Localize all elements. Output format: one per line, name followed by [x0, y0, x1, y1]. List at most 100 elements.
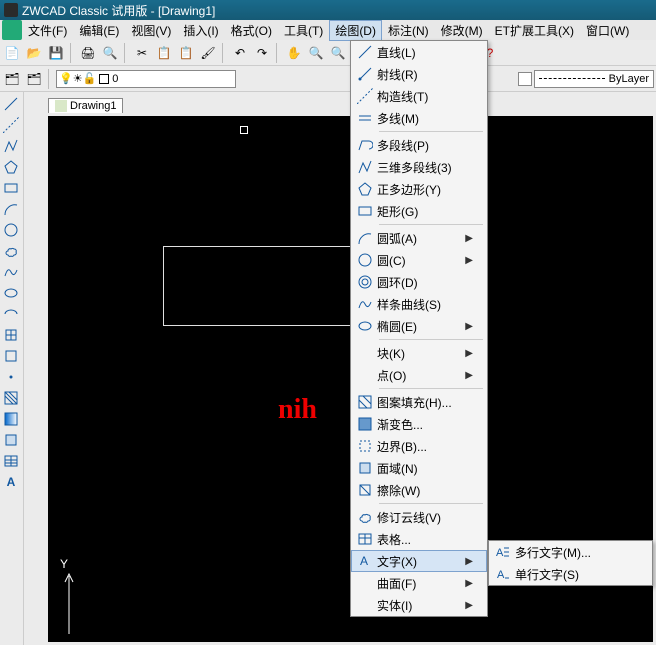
menu-item-line[interactable]: 直线(L)	[351, 41, 487, 63]
menu-item-mline[interactable]: 多线(M)	[351, 107, 487, 129]
copy-icon[interactable]: 📋	[154, 43, 174, 63]
point-icon[interactable]	[0, 367, 22, 387]
ellipse-arc-icon[interactable]	[0, 304, 22, 324]
menu-item-label: 块(K)	[377, 345, 463, 362]
layer-manager-icon[interactable]: 🗂	[2, 69, 22, 89]
menu-item-region[interactable]: 面域(N)	[351, 457, 487, 479]
submenu-arrow-icon: ▶	[463, 321, 473, 332]
grip-marker[interactable]	[240, 126, 248, 134]
cut-icon[interactable]: ✂	[132, 43, 152, 63]
menu-item-wipeout[interactable]: 擦除(W)	[351, 479, 487, 501]
dtext-icon: A	[491, 566, 515, 582]
menu-item-rect[interactable]: 矩形(G)	[351, 200, 487, 222]
circle-icon[interactable]	[0, 220, 22, 240]
menu-dimension[interactable]: 标注(N)	[382, 20, 435, 41]
text-object[interactable]: nih	[278, 394, 317, 426]
undo-icon[interactable]: ↶	[230, 43, 250, 63]
ellipse-icon[interactable]	[0, 283, 22, 303]
polygon-icon[interactable]	[0, 157, 22, 177]
menu-file[interactable]: 文件(F)	[22, 20, 73, 41]
menu-format[interactable]: 格式(O)	[225, 20, 278, 41]
menu-ettools[interactable]: ET扩展工具(X)	[489, 20, 580, 41]
preview-icon[interactable]: 🔍	[100, 43, 120, 63]
menu-item-revcloud[interactable]: 修订云线(V)	[351, 506, 487, 528]
insert-block-icon[interactable]	[0, 325, 22, 345]
make-block-icon[interactable]	[0, 346, 22, 366]
circle-icon	[353, 252, 377, 268]
menu-item-spline[interactable]: 样条曲线(S)	[351, 293, 487, 315]
menu-item-circle[interactable]: 圆(C)▶	[351, 249, 487, 271]
rect-icon[interactable]	[0, 178, 22, 198]
print-icon[interactable]: 🖨	[78, 43, 98, 63]
polyline-icon[interactable]	[0, 136, 22, 156]
menu-item-pline[interactable]: 多段线(P)	[351, 134, 487, 156]
menu-item-block[interactable]: 块(K)▶	[351, 342, 487, 364]
spline-icon[interactable]	[0, 262, 22, 282]
menu-item-arc[interactable]: 圆弧(A)▶	[351, 227, 487, 249]
title-bar: ZWCAD Classic 试用版 - [Drawing1]	[0, 0, 656, 20]
menu-item-label: 直线(L)	[377, 44, 463, 61]
hatch-icon[interactable]	[0, 388, 22, 408]
menu-tools[interactable]: 工具(T)	[278, 20, 329, 41]
menu-item-polygon[interactable]: 正多边形(Y)	[351, 178, 487, 200]
menu-item-table[interactable]: 表格...	[351, 528, 487, 550]
table-icon[interactable]	[0, 451, 22, 471]
save-icon[interactable]: 💾	[46, 43, 66, 63]
menu-edit[interactable]: 编辑(E)	[73, 20, 125, 41]
mtext-icon[interactable]: A	[0, 472, 22, 492]
open-icon[interactable]: 📂	[24, 43, 44, 63]
menu-item-gradient[interactable]: 渐变色...	[351, 413, 487, 435]
menu-item-solid[interactable]: 实体(I)▶	[351, 594, 487, 616]
new-icon[interactable]: 📄	[2, 43, 22, 63]
menu-item-ray[interactable]: 射线(R)	[351, 63, 487, 85]
menu-item-point[interactable]: 点(O)▶	[351, 364, 487, 386]
layer-toolbar: 🗂 🗂 💡 ☀ 🔓 0 ByLayer	[0, 66, 656, 92]
menu-window[interactable]: 窗口(W)	[580, 20, 635, 41]
menu-item-label: 文字(X)	[377, 553, 463, 570]
layer-dropdown[interactable]: 💡 ☀ 🔓 0	[56, 70, 236, 88]
svg-text:A: A	[497, 569, 505, 581]
xline-icon[interactable]	[0, 115, 22, 135]
menu-draw[interactable]: 绘图(D)	[329, 20, 382, 41]
zw-icon[interactable]	[2, 20, 22, 40]
menu-modify[interactable]: 修改(M)	[435, 20, 489, 41]
boundary-icon	[353, 438, 377, 454]
line-icon[interactable]	[0, 94, 22, 114]
menu-item-donut[interactable]: 圆环(D)	[351, 271, 487, 293]
menu-item-label: 椭圆(E)	[377, 318, 463, 335]
ray-icon	[353, 66, 377, 82]
menu-item-label: 多段线(P)	[377, 137, 463, 154]
sun-icon: ☀	[73, 72, 83, 85]
menu-item-3dpoly[interactable]: 三维多段线(3)	[351, 156, 487, 178]
linetype-label: ByLayer	[609, 73, 649, 85]
zoom-icon[interactable]: 🔍	[306, 43, 326, 63]
redo-icon[interactable]: ↷	[252, 43, 272, 63]
menu-insert[interactable]: 插入(I)	[177, 20, 224, 41]
drawing-tab[interactable]: Drawing1	[48, 98, 123, 113]
region-icon[interactable]	[0, 430, 22, 450]
revcloud-icon[interactable]	[0, 241, 22, 261]
menu-item-label: 构造线(T)	[377, 88, 463, 105]
menu-view[interactable]: 视图(V)	[125, 20, 177, 41]
menu-item-surface[interactable]: 曲面(F)▶	[351, 572, 487, 594]
ucs-y-label: Y	[60, 557, 68, 571]
linetype-dropdown[interactable]: ByLayer	[534, 70, 654, 88]
menu-item-mtext[interactable]: A多行文字(M)...	[489, 541, 652, 563]
match-icon[interactable]: 🖌	[198, 43, 218, 63]
menu-item-dtext[interactable]: A单行文字(S)	[489, 563, 652, 585]
menu-item-ellipse[interactable]: 椭圆(E)▶	[351, 315, 487, 337]
menu-item-xline[interactable]: 构造线(T)	[351, 85, 487, 107]
pan-icon[interactable]: ✋	[284, 43, 304, 63]
menu-item-boundary[interactable]: 边界(B)...	[351, 435, 487, 457]
gradient-icon[interactable]	[0, 409, 22, 429]
layer-state-icon[interactable]: 🗂	[24, 69, 44, 89]
paste-icon[interactable]: 📋	[176, 43, 196, 63]
rectangle-shape[interactable]	[163, 246, 373, 326]
app-icon	[4, 3, 18, 17]
color-swatch[interactable]	[518, 72, 532, 86]
arc-icon[interactable]	[0, 199, 22, 219]
menu-item-hatch[interactable]: 图案填充(H)...	[351, 391, 487, 413]
menu-item-text[interactable]: A文字(X)▶	[351, 550, 487, 572]
menu-item-label: 圆弧(A)	[377, 230, 463, 247]
zoom-window-icon[interactable]: 🔍	[328, 43, 348, 63]
